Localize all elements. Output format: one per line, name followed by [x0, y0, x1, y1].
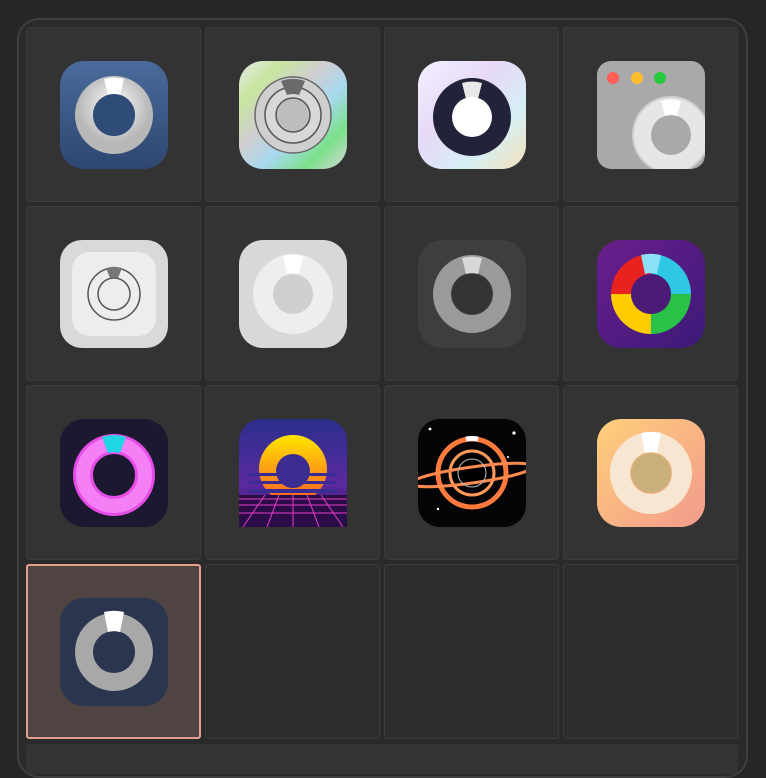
- window-ring-icon: [597, 61, 705, 169]
- icon-option-black-hole[interactable]: [384, 385, 559, 560]
- icon-option-neon-ring[interactable]: [26, 385, 201, 560]
- light-outline-ring-icon: [60, 240, 168, 348]
- peach-ring-icon: [597, 419, 705, 527]
- icon-option-dark-ring[interactable]: [384, 206, 559, 381]
- metallic-ring-icon: [239, 61, 347, 169]
- empty-slot: [205, 564, 380, 739]
- icon-option-light-outline-ring[interactable]: [26, 206, 201, 381]
- icon-option-peach-ring[interactable]: [563, 385, 738, 560]
- icon-option-metallic-ring[interactable]: [205, 27, 380, 202]
- white-ring-icon: [239, 240, 347, 348]
- neon-ring-icon: [60, 419, 168, 527]
- icon-option-pastel-ring[interactable]: [384, 27, 559, 202]
- empty-slot: [563, 564, 738, 739]
- icon-option-window-ring[interactable]: [563, 27, 738, 202]
- navy-ring-icon: [60, 598, 168, 706]
- icon-option-rainbow-ring[interactable]: [563, 206, 738, 381]
- icon-grid: [26, 27, 738, 739]
- black-hole-icon: [418, 419, 526, 527]
- icon-option-navy-ring[interactable]: [26, 564, 201, 739]
- icon-option-synthwave-sun[interactable]: [205, 385, 380, 560]
- synthwave-sun-icon: [239, 419, 347, 527]
- blue-ring-icon: [60, 61, 168, 169]
- pastel-ring-icon: [418, 61, 526, 169]
- icon-option-blue-ring[interactable]: [26, 27, 201, 202]
- rainbow-ring-icon: [597, 240, 705, 348]
- dark-ring-icon: [418, 240, 526, 348]
- icon-option-white-ring[interactable]: [205, 206, 380, 381]
- empty-slot: [384, 564, 559, 739]
- bottom-row-edge: [26, 744, 738, 774]
